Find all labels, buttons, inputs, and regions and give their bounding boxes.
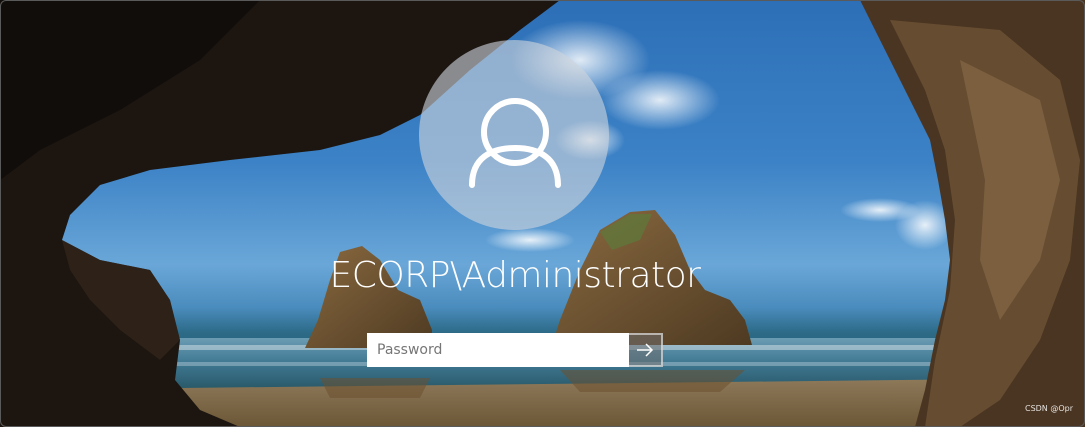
- lock-screen: ECORP\Administrator CSDN @Opr: [0, 0, 1085, 427]
- password-input[interactable]: [367, 333, 629, 367]
- user-icon: [469, 98, 561, 188]
- username-label: ECORP\Administrator: [329, 255, 701, 296]
- user-avatar: [419, 40, 609, 230]
- arrow-right-icon: [637, 343, 654, 357]
- submit-button[interactable]: [629, 333, 663, 367]
- password-row: [367, 333, 663, 367]
- watermark: CSDN @Opr: [1024, 404, 1073, 413]
